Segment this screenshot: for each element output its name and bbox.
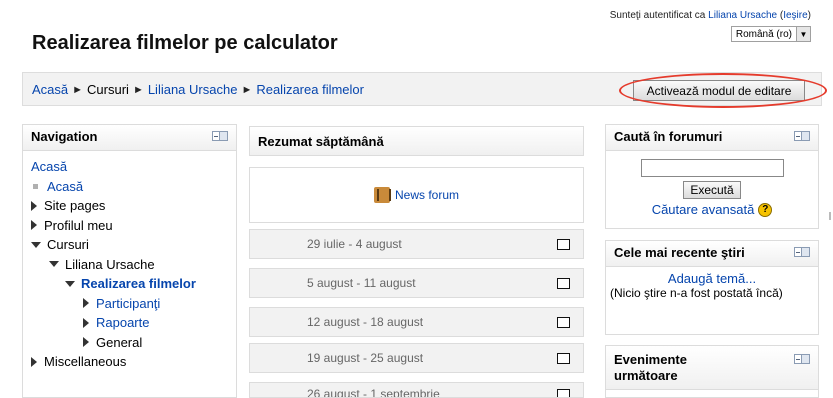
site-title: Realizarea filmelor pe calculator [32, 32, 338, 54]
summary-block: Rezumat săptămână [249, 126, 584, 156]
upcoming-events-title: Evenimente următoare [614, 352, 687, 383]
forum-icon [373, 187, 391, 203]
help-icon[interactable]: ? [758, 202, 773, 217]
nav-item-profile[interactable]: Profilul meu [31, 216, 228, 236]
nav-item-misc[interactable]: Miscellaneous [31, 352, 228, 372]
week-label: 12 august - 18 august [307, 315, 424, 329]
week-label: 26 august - 1 septembrie [307, 387, 440, 398]
expand-arrow-icon[interactable] [83, 337, 89, 348]
latest-news-body: Adaugă temă... (Nicio ştire n-a fost pos… [606, 267, 818, 305]
summary-header: Rezumat săptămână [250, 127, 583, 155]
breadcrumb-separator-icon: ► [72, 83, 84, 96]
expand-arrow-icon[interactable] [83, 317, 89, 328]
navigation-title: Navigation [31, 129, 98, 144]
nav-item-participants-label[interactable]: Participanţi [96, 294, 160, 314]
collapse-arrow-icon[interactable] [31, 241, 41, 248]
forum-search-title: Caută în forumuri [614, 129, 723, 144]
nav-item-site-pages[interactable]: Site pages [31, 196, 228, 216]
nav-item-teacher-label[interactable]: Liliana Ursache [65, 255, 155, 275]
breadcrumb-separator-icon: ► [241, 83, 253, 96]
news-forum-link[interactable]: News forum [395, 188, 459, 202]
nav-item-site-pages-label[interactable]: Site pages [44, 196, 105, 216]
week-row: 5 august - 11 august [249, 268, 584, 298]
nav-item-participants[interactable]: Participanţi [31, 294, 228, 314]
news-forum-section: News forum [249, 167, 584, 223]
dock-icon[interactable] [794, 354, 810, 364]
upcoming-events-block: Evenimente următoare [605, 345, 819, 398]
week-row: 19 august - 25 august [249, 343, 584, 373]
breadcrumb-separator-icon: ► [132, 83, 144, 96]
nav-item-courses-label[interactable]: Cursuri [47, 235, 89, 255]
navigation-tree: Acasă Acasă Site pages Profilul meu Curs… [23, 151, 236, 378]
nav-item-home[interactable]: Acasă [31, 177, 228, 197]
expand-arrow-icon[interactable] [31, 356, 37, 367]
add-topic-link[interactable]: Adaugă temă... [668, 271, 756, 286]
highlight-week-icon[interactable] [557, 389, 570, 397]
navigation-header: Navigation [23, 125, 236, 151]
expand-arrow-icon[interactable] [31, 200, 37, 211]
logout-close: ) [807, 10, 811, 21]
advanced-search: Căutare avansată ? [606, 202, 818, 217]
dock-icon[interactable] [794, 131, 810, 141]
forum-search-input[interactable] [640, 159, 784, 177]
breadcrumb-teacher[interactable]: Liliana Ursache [148, 82, 238, 97]
expand-arrow-icon[interactable] [83, 298, 89, 309]
week-row: 26 august - 1 septembrie [249, 382, 584, 398]
login-prefix: Sunteţi autentificat ca [609, 10, 709, 21]
highlight-week-icon[interactable] [557, 277, 570, 289]
nav-item-courses[interactable]: Cursuri [31, 235, 228, 255]
navigation-block: Navigation Acasă Acasă Site pages Profil… [22, 124, 237, 398]
latest-news-block: Cele mai recente ştiri Adaugă temă... (N… [605, 240, 819, 335]
expand-arrow-icon[interactable] [31, 220, 37, 231]
upcoming-events-header: Evenimente următoare [606, 346, 818, 390]
nav-item-course[interactable]: Realizarea filmelor [31, 274, 228, 294]
language-value: Română (ro) [735, 28, 792, 40]
collapse-arrow-icon[interactable] [65, 280, 75, 287]
nav-item-misc-label[interactable]: Miscellaneous [44, 352, 126, 372]
latest-news-header: Cele mai recente ştiri [606, 241, 818, 267]
execute-button[interactable]: Execută [683, 181, 741, 199]
highlight-week-icon[interactable] [557, 316, 570, 328]
highlight-week-icon[interactable] [557, 352, 570, 364]
breadcrumb-courses: Cursuri [87, 82, 129, 97]
login-info: Sunteţi autentificat ca Liliana Ursache … [610, 10, 811, 21]
nav-item-general[interactable]: General [31, 333, 228, 353]
nav-item-profile-label[interactable]: Profilul meu [44, 216, 113, 236]
chevron-down-icon[interactable]: ▼ [796, 27, 810, 41]
nav-item-general-label[interactable]: General [96, 333, 142, 353]
nav-root-label[interactable]: Acasă [31, 157, 67, 177]
nav-item-course-label[interactable]: Realizarea filmelor [81, 274, 196, 294]
advanced-search-link[interactable]: Căutare avansată [652, 202, 755, 217]
bullet-icon [33, 183, 38, 189]
week-row: 12 august - 18 august [249, 307, 584, 337]
nav-item-reports[interactable]: Rapoarte [31, 313, 228, 333]
logout-link[interactable]: Ieşire [783, 10, 807, 21]
highlight-week-icon[interactable] [557, 238, 570, 250]
week-label: 19 august - 25 august [307, 351, 424, 365]
forum-search-block: Caută în forumuri Execută Căutare avansa… [605, 124, 819, 229]
week-label: 5 august - 11 august [307, 276, 416, 290]
language-select[interactable]: Română (ro) ▼ [730, 26, 811, 42]
week-label: 29 iulie - 4 august [307, 237, 402, 251]
dock-icon[interactable] [212, 131, 228, 141]
breadcrumb-home[interactable]: Acasă [32, 82, 68, 97]
no-news-text: (Nicio ştire n-a fost postată încă) [610, 286, 783, 300]
forum-search-header: Caută în forumuri [606, 125, 818, 151]
breadcrumb-course[interactable]: Realizarea filmelor [256, 82, 364, 97]
breadcrumb: Acasă ► Cursuri ► Liliana Ursache ► Real… [32, 82, 364, 97]
latest-news-title: Cele mai recente ştiri [614, 245, 745, 260]
dock-icon[interactable] [794, 247, 810, 257]
summary-title: Rezumat săptămână [258, 134, 384, 149]
nav-root[interactable]: Acasă [31, 157, 228, 177]
week-row: 29 iulie - 4 august [249, 229, 584, 259]
user-link[interactable]: Liliana Ursache [708, 10, 777, 21]
nav-item-home-label[interactable]: Acasă [47, 177, 83, 197]
nav-item-reports-label[interactable]: Rapoarte [96, 313, 149, 333]
nav-item-teacher[interactable]: Liliana Ursache [31, 255, 228, 275]
scrollbar-edge [829, 212, 831, 220]
collapse-arrow-icon[interactable] [49, 261, 59, 268]
edit-mode-button[interactable]: Activează modul de editare [633, 80, 805, 101]
